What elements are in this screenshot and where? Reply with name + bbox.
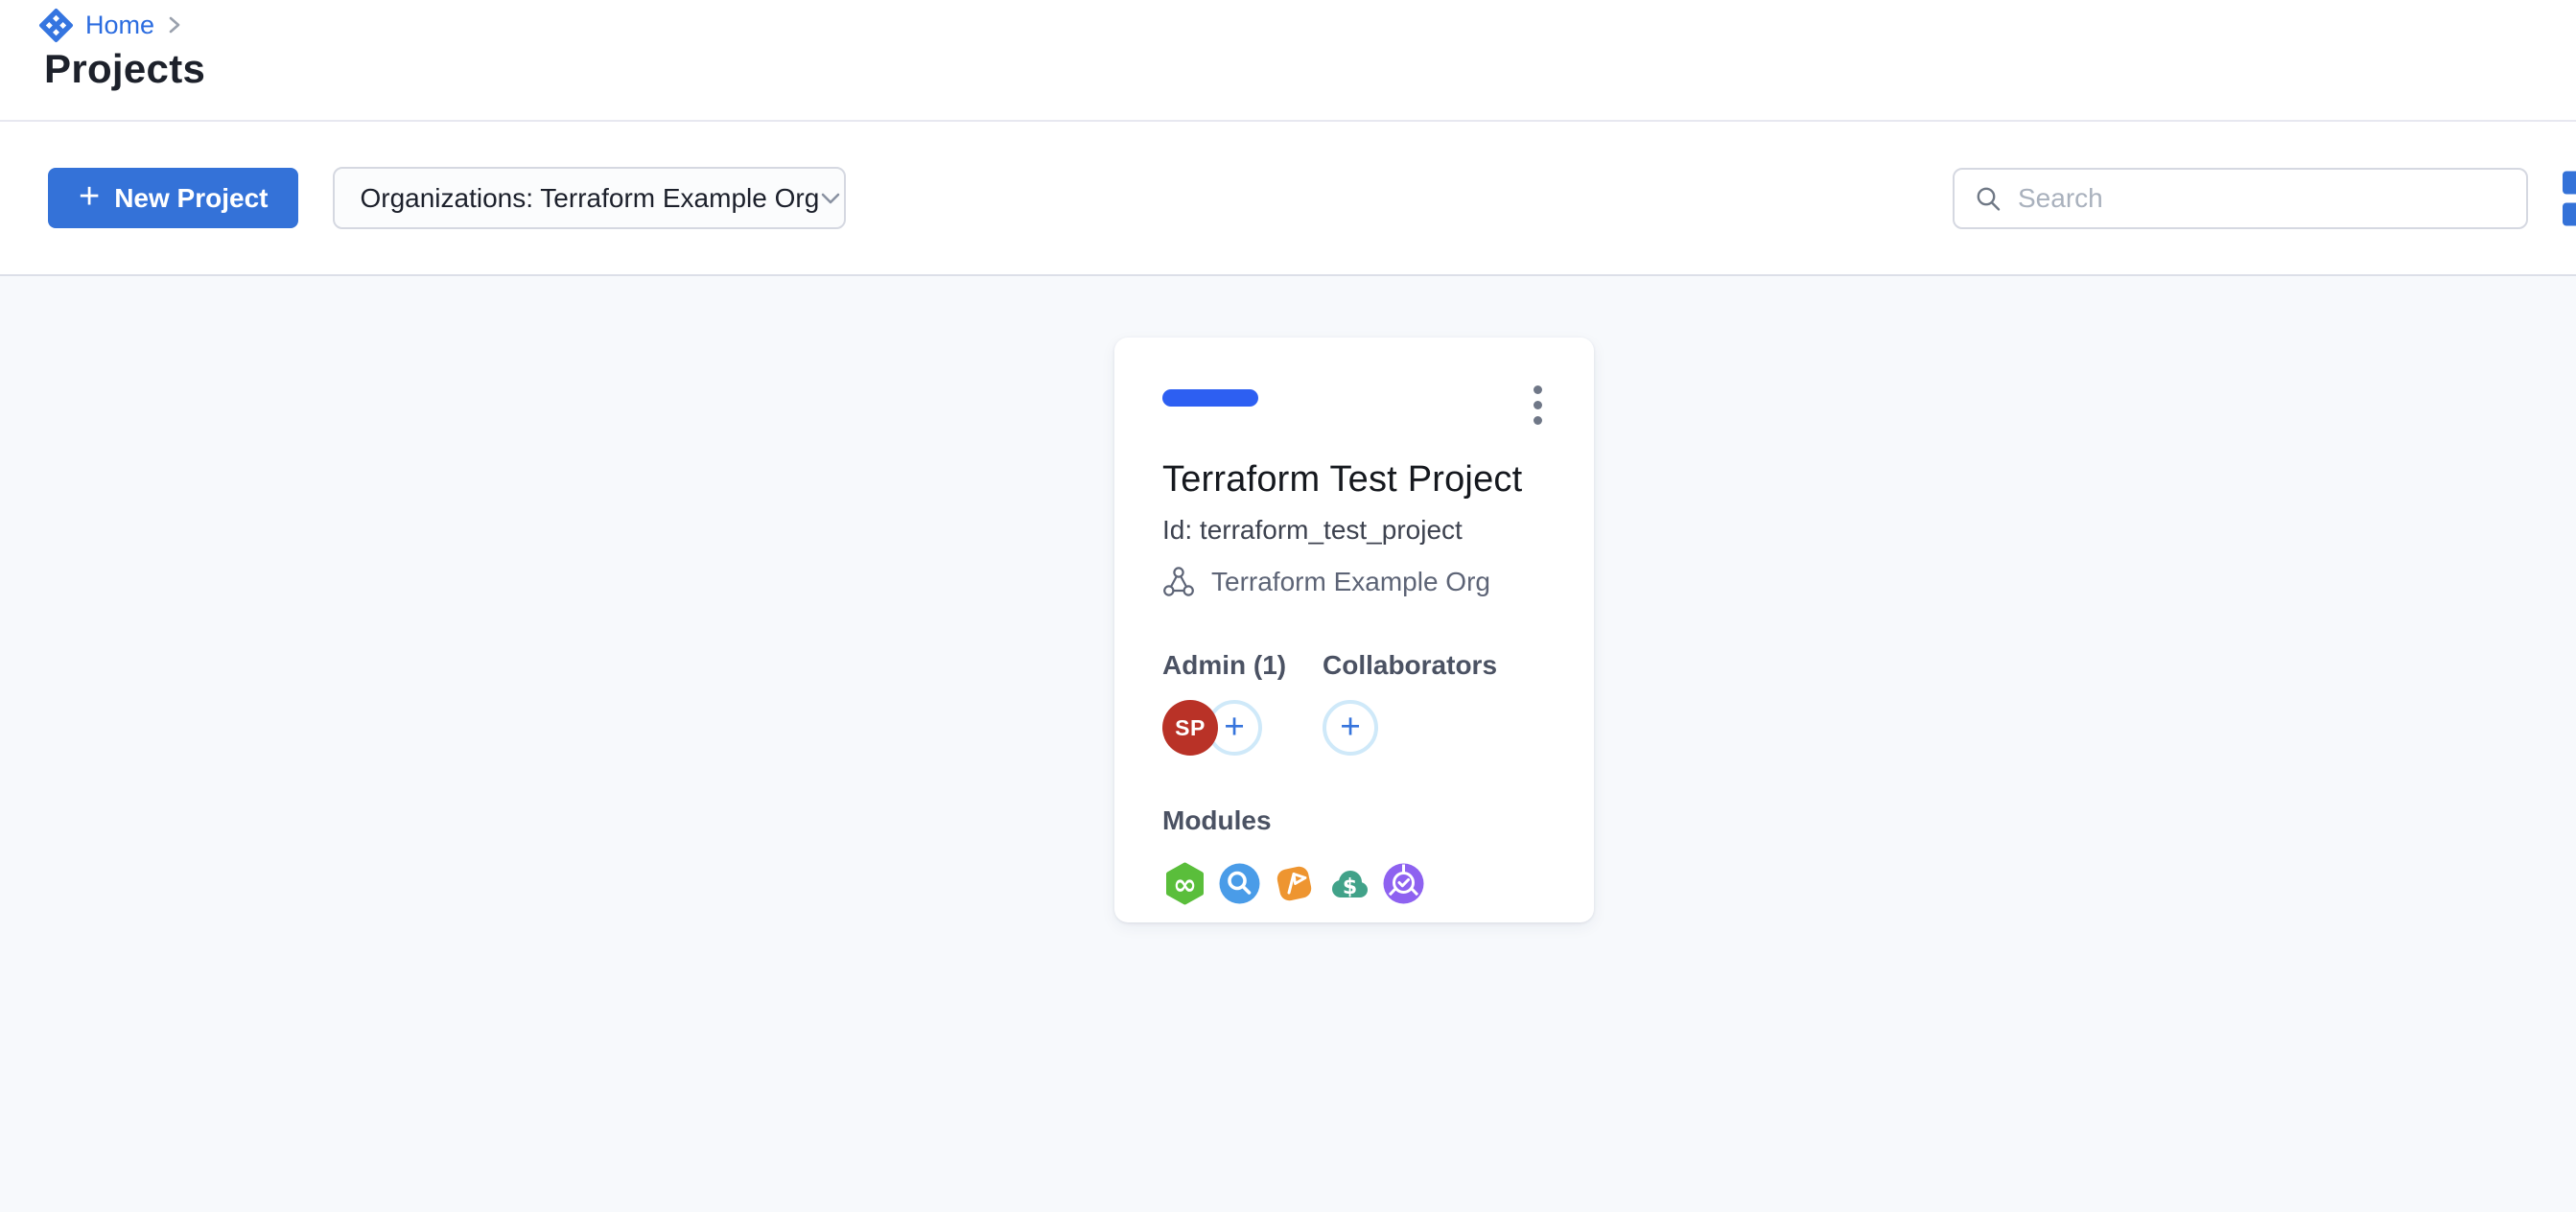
project-title-link[interactable]: Terraform Test Project [1162, 459, 1546, 501]
scalr-logo-icon [38, 8, 74, 43]
admin-section-label: Admin (1) [1162, 650, 1323, 681]
kebab-dot [1534, 401, 1542, 409]
breadcrumb-home-label[interactable]: Home [85, 11, 154, 40]
modules-row: ∞ $ [1162, 861, 1546, 906]
organizations-filter-value: Organizations: Terraform Example Org [360, 183, 819, 214]
toolbar: + New Project Organizations: Terraform E… [0, 120, 2576, 276]
search-icon [1974, 184, 2002, 213]
plus-icon: + [1224, 709, 1245, 744]
new-project-button-label: New Project [114, 183, 268, 214]
plus-icon: + [1340, 709, 1361, 744]
svg-text:$: $ [1343, 875, 1357, 899]
search-input[interactable] [2018, 183, 2507, 214]
project-card: Terraform Test Project Id: terraform_tes… [1114, 338, 1594, 922]
page-title: Projects [44, 46, 205, 92]
organizations-filter-dropdown[interactable]: Organizations: Terraform Example Org [333, 167, 846, 229]
kebab-dot [1534, 416, 1542, 425]
organization-name: Terraform Example Org [1211, 567, 1490, 597]
project-color-pill [1162, 389, 1258, 407]
flag-badge-module-icon [1272, 861, 1317, 906]
chevron-down-icon [819, 191, 842, 206]
cloud-dollar-module-icon: $ [1326, 861, 1371, 906]
add-collaborator-button[interactable]: + [1323, 700, 1378, 756]
magnifier-globe-module-icon [1217, 861, 1262, 906]
organization-row: Terraform Example Org [1162, 566, 1546, 598]
page-header: Home Projects [0, 0, 2576, 120]
organization-icon [1162, 566, 1195, 598]
svg-text:∞: ∞ [1173, 869, 1197, 902]
search-box [1953, 168, 2528, 229]
chevron-right-icon [168, 14, 181, 35]
card-menu-button[interactable] [1528, 382, 1548, 429]
kebab-dot [1534, 385, 1542, 394]
grid-view-icon [2563, 171, 2576, 194]
view-toggle-button[interactable] [2563, 171, 2576, 225]
admin-avatar[interactable]: SP [1162, 700, 1218, 756]
plus-icon: + [79, 178, 100, 215]
project-id: Id: terraform_test_project [1162, 515, 1546, 546]
collaborators-section-label: Collaborators [1323, 650, 1497, 681]
infinity-hexagon-module-icon: ∞ [1162, 861, 1207, 906]
breadcrumb-home-link[interactable]: Home [38, 6, 181, 44]
new-project-button[interactable]: + New Project [48, 168, 298, 228]
check-wheel-module-icon [1381, 861, 1426, 906]
modules-section-label: Modules [1162, 805, 1546, 836]
list-view-icon [2563, 202, 2576, 225]
